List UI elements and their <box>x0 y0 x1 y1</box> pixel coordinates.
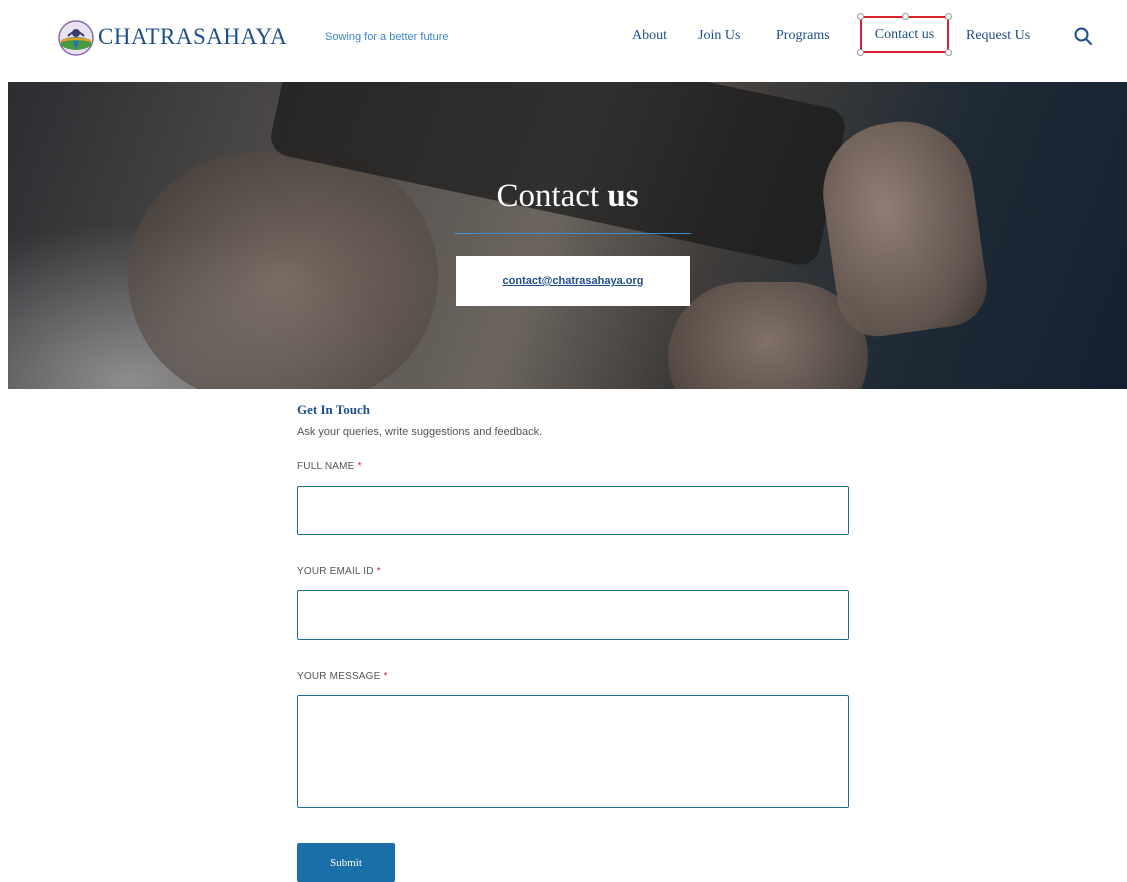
form-subtitle: Ask your queries, write suggestions and … <box>297 426 543 438</box>
selection-handle <box>902 13 909 20</box>
page-title: Contact us <box>496 178 639 214</box>
brand-name[interactable]: CHATRASAHAYA <box>98 24 287 50</box>
selection-handle <box>857 13 864 20</box>
selection-handle <box>945 13 952 20</box>
hero-image-thumb <box>814 112 992 342</box>
required-mark: * <box>383 671 388 682</box>
brand-tagline: Sowing for a better future <box>325 31 449 43</box>
search-icon[interactable] <box>1073 26 1093 46</box>
selection-handle <box>945 49 952 56</box>
contact-email-link[interactable]: contact@chatrasahaya.org <box>503 275 644 287</box>
email-label: YOUR EMAIL ID * <box>297 566 381 577</box>
nav-contact-us[interactable]: Contact us <box>857 13 952 56</box>
chatrasahaya-logo-icon[interactable] <box>58 20 94 56</box>
required-mark: * <box>357 461 362 472</box>
submit-button[interactable]: Submit <box>297 843 395 882</box>
nav-contact-us-label: Contact us <box>874 26 935 42</box>
hero-banner: Contact us contact@chatrasahaya.org <box>8 82 1127 389</box>
nav-programs[interactable]: Programs <box>776 28 830 44</box>
full-name-label: FULL NAME * <box>297 461 362 472</box>
nav-join-us[interactable]: Join Us <box>698 28 740 44</box>
email-input[interactable] <box>297 590 849 640</box>
nav-about[interactable]: About <box>632 28 667 44</box>
full-name-input[interactable] <box>297 486 849 535</box>
form-title: Get In Touch <box>297 402 370 417</box>
selection-handle <box>857 49 864 56</box>
title-divider <box>454 233 691 234</box>
message-textarea[interactable] <box>297 695 849 808</box>
site-header: CHATRASAHAYA Sowing for a better future … <box>0 0 1127 82</box>
contact-email-box: contact@chatrasahaya.org <box>456 256 690 306</box>
message-label: YOUR MESSAGE * <box>297 671 388 682</box>
required-mark: * <box>376 566 381 577</box>
nav-request-us[interactable]: Request Us <box>966 28 1030 44</box>
